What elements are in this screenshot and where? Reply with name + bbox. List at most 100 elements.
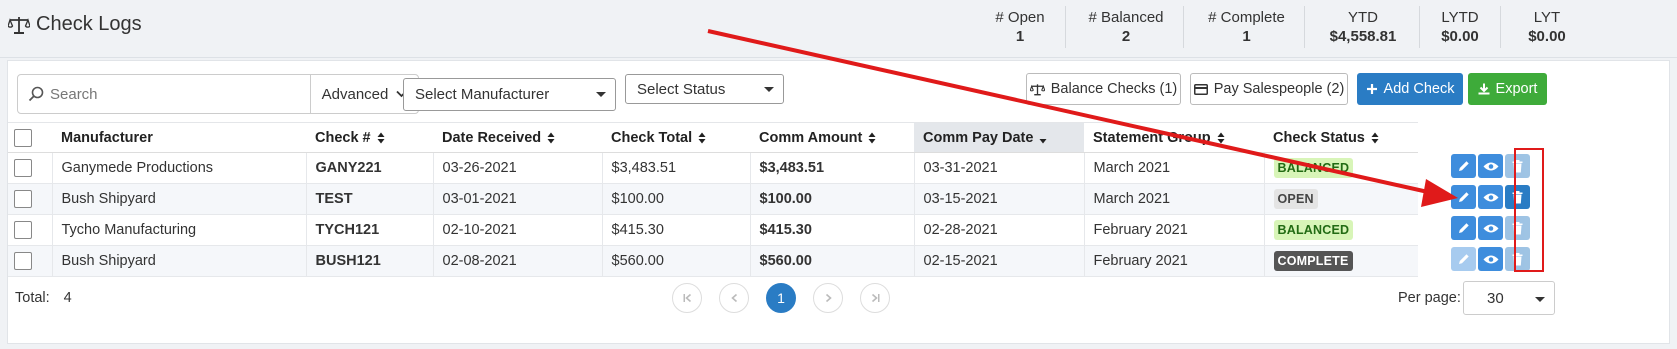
row-checkbox[interactable] bbox=[14, 252, 32, 270]
edit-button[interactable] bbox=[1451, 216, 1476, 240]
stat-divider bbox=[1419, 6, 1420, 48]
column-header-label: Check Status bbox=[1273, 129, 1365, 146]
stat-divider bbox=[1183, 6, 1184, 48]
prev-page-button[interactable] bbox=[719, 283, 749, 313]
column-header-check-number[interactable]: Check # bbox=[306, 122, 433, 153]
caret-down-icon bbox=[596, 92, 606, 97]
sort-icon bbox=[868, 132, 876, 144]
last-page-button[interactable] bbox=[860, 283, 890, 313]
cell-check-number: GANY221 bbox=[306, 152, 434, 184]
column-header-comm-pay-date[interactable]: Comm Pay Date bbox=[914, 122, 1084, 153]
stat-value: 2 bbox=[1121, 28, 1131, 45]
view-button[interactable] bbox=[1478, 216, 1503, 240]
cell-manufacturer: Bush Shipyard bbox=[52, 245, 307, 277]
export-button[interactable]: Export bbox=[1468, 73, 1547, 105]
export-label: Export bbox=[1495, 81, 1538, 97]
plus-icon bbox=[1366, 84, 1377, 94]
caret-down-icon bbox=[764, 87, 774, 92]
caret-down-icon bbox=[1535, 297, 1545, 302]
row-checkbox[interactable] bbox=[14, 159, 32, 177]
stat-value: 1 bbox=[1015, 28, 1025, 45]
add-check-button[interactable]: Add Check bbox=[1357, 73, 1463, 105]
balance-scale-icon bbox=[8, 16, 30, 34]
table-row[interactable]: Bush Shipyard BUSH121 02-08-2021 $560.00… bbox=[8, 245, 1418, 277]
row-checkbox[interactable] bbox=[14, 190, 32, 208]
prev-page-icon bbox=[730, 293, 737, 303]
status-badge: COMPLETE bbox=[1273, 251, 1353, 271]
table-row[interactable]: Ganymede Productions GANY221 03-26-2021 … bbox=[8, 152, 1418, 184]
status-select[interactable]: Select Status bbox=[625, 74, 784, 104]
column-header-check-total[interactable]: Check Total bbox=[602, 122, 750, 153]
sort-icon bbox=[547, 132, 555, 144]
stat-value: $4,558.81 bbox=[1329, 28, 1397, 45]
total-count: Total: 4 bbox=[15, 290, 72, 306]
view-button[interactable] bbox=[1478, 154, 1503, 178]
manufacturer-select[interactable]: Select Manufacturer bbox=[403, 78, 616, 111]
eye-icon bbox=[1483, 162, 1498, 170]
cell-statement-group: February 2021 bbox=[1084, 214, 1265, 246]
edit-button[interactable] bbox=[1451, 185, 1476, 209]
column-header-statement-group[interactable]: Statement Group bbox=[1084, 122, 1264, 153]
pay-salespeople-label: Pay Salespeople (2) bbox=[1213, 81, 1345, 97]
page-button-current[interactable]: 1 bbox=[766, 283, 796, 313]
first-page-button[interactable] bbox=[672, 283, 702, 313]
column-header-label: Manufacturer bbox=[61, 129, 153, 146]
column-header-label: Date Received bbox=[442, 129, 542, 146]
stat-lyt: LYT $0.00 bbox=[1522, 8, 1572, 46]
cell-check-total: $100.00 bbox=[602, 183, 751, 215]
cell-comm-amount: $3,483.51 bbox=[750, 152, 915, 184]
search-box: Advanced bbox=[17, 74, 419, 114]
stat-divider bbox=[1500, 6, 1501, 48]
view-button[interactable] bbox=[1478, 185, 1503, 209]
advanced-label: Advanced bbox=[321, 85, 389, 103]
cell-comm-pay-date: 02-28-2021 bbox=[914, 214, 1085, 246]
per-page-select[interactable]: 30 bbox=[1463, 281, 1555, 315]
cell-comm-amount: $560.00 bbox=[750, 245, 915, 277]
stat-value: $0.00 bbox=[1441, 28, 1479, 45]
per-page-label: Per page: bbox=[1398, 290, 1461, 306]
stat-label: # Complete bbox=[1208, 9, 1285, 26]
status-select-value: Select Status bbox=[637, 80, 726, 98]
cell-manufacturer: Ganymede Productions bbox=[52, 152, 307, 184]
pay-salespeople-button[interactable]: Pay Salespeople (2) bbox=[1190, 73, 1348, 105]
select-all-checkbox[interactable] bbox=[14, 128, 32, 147]
column-header-date-received[interactable]: Date Received bbox=[433, 122, 602, 153]
view-button[interactable] bbox=[1478, 247, 1503, 271]
pencil-icon bbox=[1458, 223, 1469, 233]
balance-checks-button[interactable]: Balance Checks (1) bbox=[1026, 73, 1181, 105]
table-row[interactable]: Bush Shipyard TEST 03-01-2021 $100.00 $1… bbox=[8, 183, 1418, 215]
cell-check-total: $3,483.51 bbox=[602, 152, 751, 184]
pencil-icon bbox=[1458, 192, 1469, 202]
cell-check-total: $415.30 bbox=[602, 214, 751, 246]
cell-statement-group: February 2021 bbox=[1084, 245, 1265, 277]
cell-check-total: $560.00 bbox=[602, 245, 751, 277]
column-header-manufacturer[interactable]: Manufacturer bbox=[52, 122, 306, 153]
next-page-button[interactable] bbox=[813, 283, 843, 313]
stat-divider bbox=[1065, 6, 1066, 48]
total-label: Total: bbox=[15, 290, 50, 306]
stat-label: LYT bbox=[1533, 9, 1561, 26]
edit-button[interactable] bbox=[1451, 154, 1476, 178]
next-page-icon bbox=[825, 293, 832, 303]
advanced-search-button[interactable]: Advanced bbox=[310, 75, 418, 113]
column-header-label: Comm Pay Date bbox=[923, 129, 1034, 146]
column-header-label: Statement Group bbox=[1093, 129, 1211, 146]
row-checkbox[interactable] bbox=[14, 221, 32, 239]
credit-card-icon bbox=[1193, 83, 1208, 95]
sort-desc-icon bbox=[1039, 138, 1047, 144]
table-row[interactable]: Tycho Manufacturing TYCH121 02-10-2021 $… bbox=[8, 214, 1418, 246]
total-value: 4 bbox=[63, 290, 72, 306]
cell-check-status: BALANCED bbox=[1264, 214, 1418, 246]
cell-manufacturer: Tycho Manufacturing bbox=[52, 214, 307, 246]
check-logs-table: Manufacturer Check # Date Received Check… bbox=[8, 122, 1418, 277]
column-header-comm-amount[interactable]: Comm Amount bbox=[750, 122, 914, 153]
page-header: Check Logs # Open 1 # Balanced 2 # Compl… bbox=[0, 0, 1677, 58]
stat-value: 1 bbox=[1242, 28, 1251, 45]
stat-label: # Open bbox=[995, 9, 1045, 26]
eye-icon bbox=[1483, 224, 1498, 232]
column-header-check-status[interactable]: Check Status bbox=[1264, 122, 1418, 153]
cell-statement-group: March 2021 bbox=[1084, 183, 1265, 215]
edit-button[interactable] bbox=[1451, 247, 1476, 271]
search-input[interactable] bbox=[50, 85, 295, 103]
eye-icon bbox=[1483, 255, 1498, 263]
